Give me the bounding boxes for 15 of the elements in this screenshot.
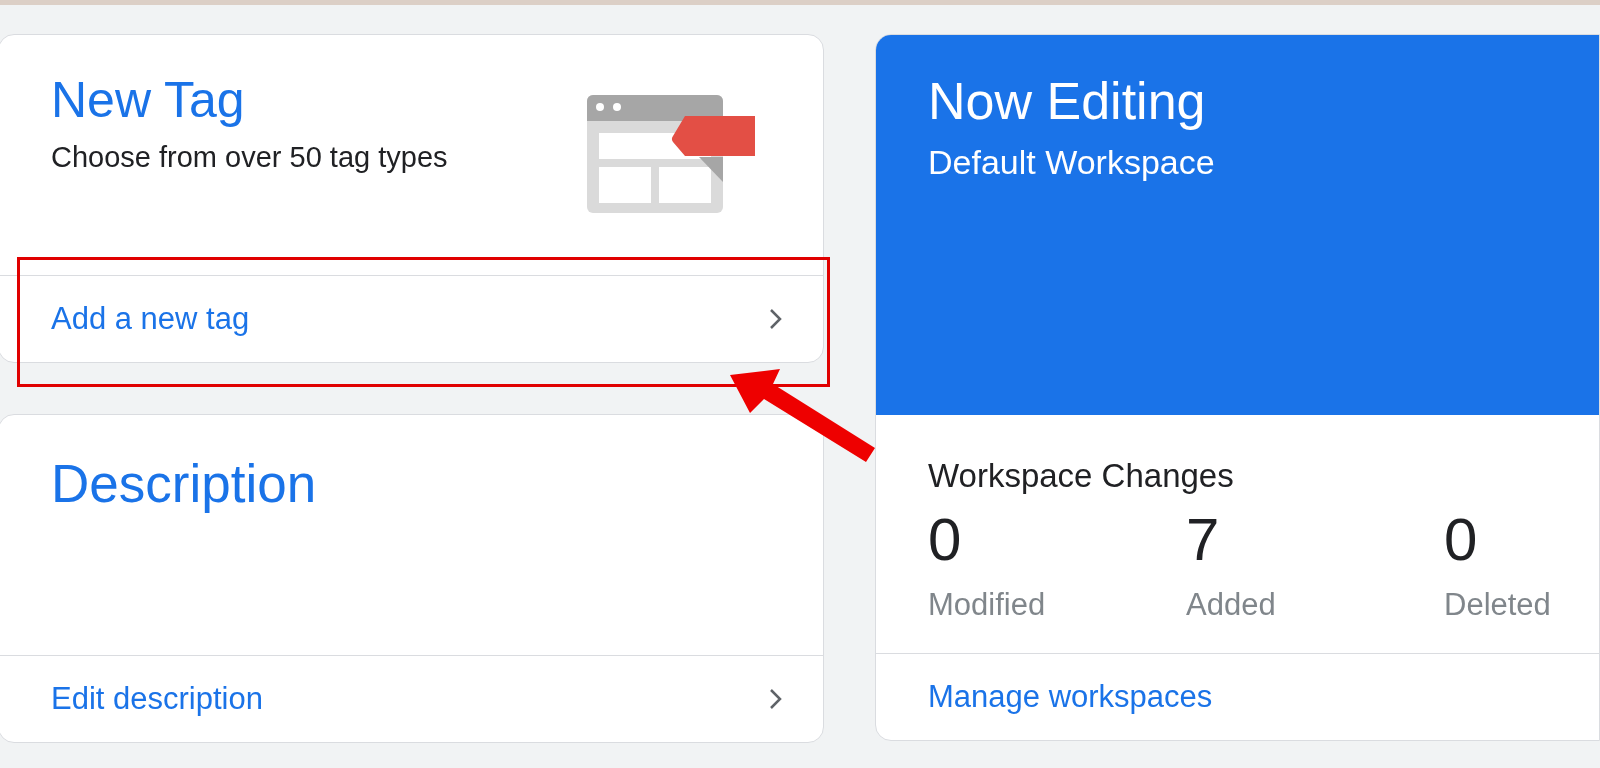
manage-workspaces-link[interactable]: Manage workspaces <box>876 654 1599 740</box>
stat-value: 0 <box>928 510 962 571</box>
section-title: Workspace Changes <box>928 456 1234 496</box>
chevron-right-icon <box>769 688 783 710</box>
edit-description-link[interactable]: Edit description <box>0 656 823 742</box>
stat-label: Added <box>1186 586 1276 625</box>
add-tag-link[interactable]: Add a new tag <box>0 276 823 362</box>
card-subtitle: Choose from over 50 tag types <box>51 140 448 175</box>
workspace-name: Default Workspace <box>928 142 1215 183</box>
stat-label: Modified <box>928 586 1046 625</box>
stat-value: 7 <box>1186 510 1220 571</box>
card-title: New Tag <box>51 75 246 125</box>
chevron-right-icon <box>769 308 783 330</box>
stat-value: 0 <box>1444 510 1478 571</box>
stat-label: Deleted <box>1444 586 1551 625</box>
